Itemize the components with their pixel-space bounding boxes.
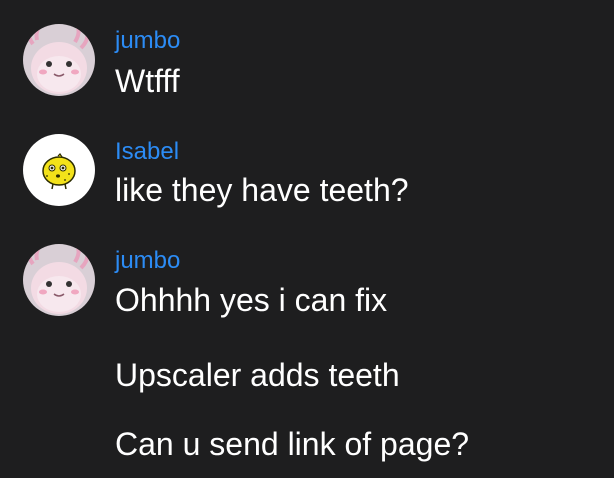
message-text: Wtfff (115, 63, 180, 99)
chat-thread: jumbo Wtfff Isabel like they have teeth?… (0, 0, 614, 478)
message-text: like they have teeth? (115, 172, 409, 208)
message-text: Upscaler adds teeth (115, 357, 400, 393)
message-author[interactable]: jumbo (115, 27, 180, 55)
message-author[interactable]: jumbo (115, 247, 180, 275)
message-text: Ohhhh yes i can fix (115, 282, 388, 318)
message-author[interactable]: Isabel (115, 138, 179, 166)
axolotl-avatar-icon[interactable] (23, 24, 95, 96)
message-text: Can u send link of page? (115, 426, 470, 462)
axolotl-avatar-icon[interactable] (23, 244, 95, 316)
lemon-avatar-icon[interactable] (23, 134, 95, 206)
